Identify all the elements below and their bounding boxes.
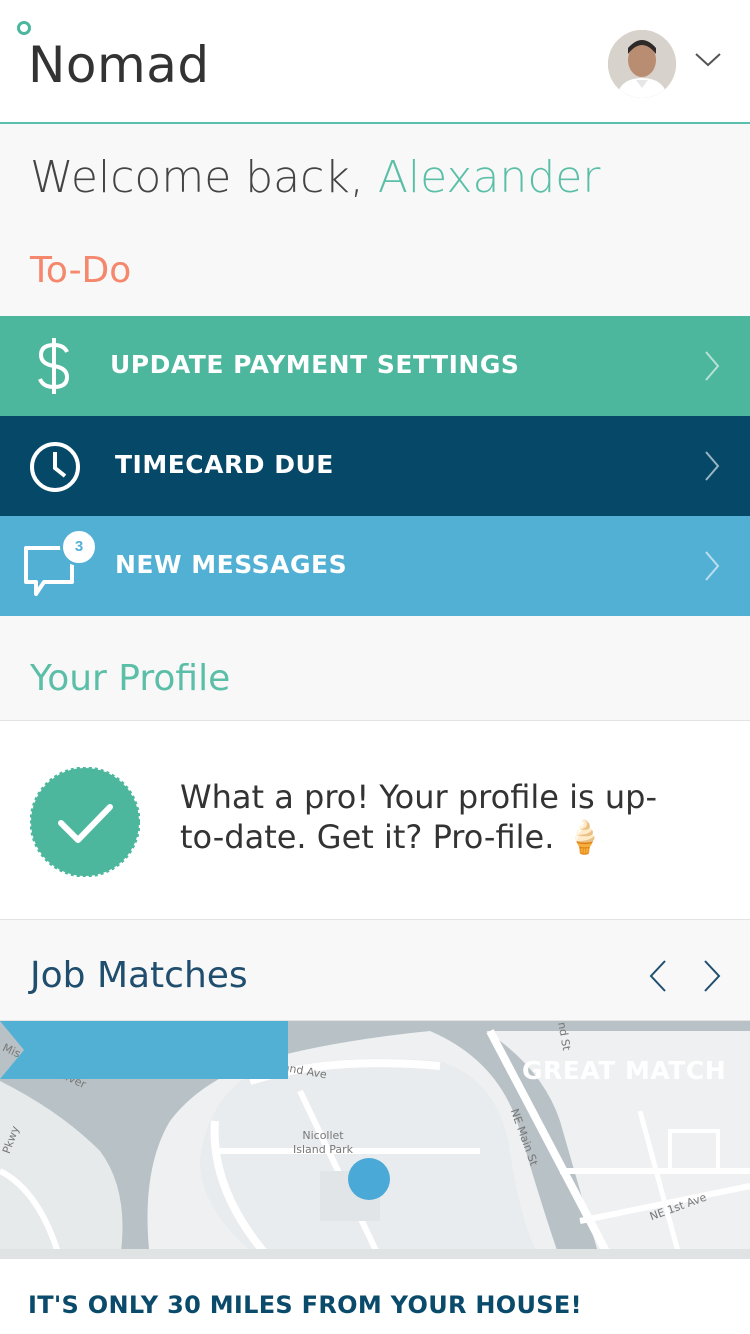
chevron-left-icon[interactable] (648, 959, 668, 993)
avatar-image (608, 30, 676, 98)
profile-status-message: What a pro! Your profile is up-to-date. … (180, 778, 657, 856)
chevron-right-icon (705, 551, 720, 581)
todo-item-label: UPDATE PAYMENT SETTINGS (110, 350, 520, 379)
chevron-right-icon[interactable] (702, 959, 722, 993)
job-distance-footer: IT'S ONLY 30 MILES FROM YOUR HOUSE! (0, 1259, 750, 1334)
job-matches-header: Job Matches (0, 921, 750, 1021)
todo-item-label: TIMECARD DUE (115, 450, 334, 479)
profile-status-card: What a pro! Your profile is up-to-date. … (0, 720, 750, 920)
map-location-pin[interactable] (348, 1158, 390, 1200)
todo-item-label: NEW MESSAGES (115, 550, 348, 579)
avatar[interactable] (608, 30, 676, 98)
message-count-badge: 3 (60, 528, 98, 566)
dollar-icon (38, 338, 70, 394)
great-match-ribbon (0, 1021, 288, 1079)
todo-item-payment[interactable]: UPDATE PAYMENT SETTINGS (0, 316, 750, 416)
todo-item-messages[interactable]: NEW MESSAGES (0, 516, 750, 616)
profile-section-title: Your Profile (30, 658, 231, 699)
logo-dot-icon (17, 21, 31, 35)
chevron-right-icon (705, 451, 720, 481)
chevron-right-icon (705, 351, 720, 381)
job-distance-text: IT'S ONLY 30 MILES FROM YOUR HOUSE! (28, 1291, 582, 1319)
clock-icon (30, 442, 80, 492)
check-seal-icon (30, 767, 140, 877)
app-header: Nomad (0, 0, 750, 124)
todo-section-title: To-Do (30, 250, 132, 291)
job-map[interactable]: Mississippi River E Island Ave Nicollet … (0, 1021, 750, 1259)
chevron-down-icon[interactable] (694, 52, 722, 68)
todo-item-timecard[interactable]: TIMECARD DUE (0, 416, 750, 516)
great-match-label: GREAT MATCH (522, 1056, 727, 1085)
app-logo: Nomad (28, 36, 210, 94)
welcome-message: Welcome back, Alexander (30, 152, 600, 203)
map-label-park: Nicollet Island Park (293, 1129, 353, 1156)
user-name: Alexander (377, 152, 601, 203)
welcome-prefix: Welcome back, (30, 152, 364, 203)
job-matches-title: Job Matches (30, 955, 248, 996)
